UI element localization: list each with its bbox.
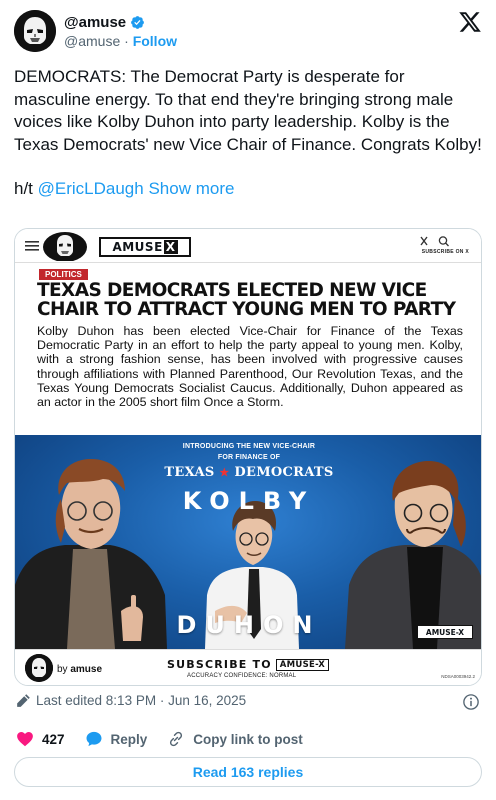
poster-last-name: DUHON bbox=[176, 611, 322, 639]
reply-bubble-icon bbox=[86, 731, 102, 747]
edited-text: Last edited 8:13 PM · Jun 16, 2025 bbox=[36, 693, 247, 708]
author-avatar[interactable] bbox=[14, 10, 56, 52]
poster-first-name: KOLBY bbox=[182, 487, 316, 515]
reply-label: Reply bbox=[110, 731, 148, 747]
tweet-hat-tip: h/t @EricLDaugh Show more bbox=[14, 178, 482, 201]
article-footer: by amuse SUBSCRIBE TO AMUSE-X ACCURACY C… bbox=[15, 649, 481, 685]
article-body: Kolby Duhon has been elected Vice-Chair … bbox=[37, 324, 463, 410]
tweet-media-image[interactable]: AMUSE X SUBSCRIBE ON X POLITICS TEXAS DEM… bbox=[14, 228, 482, 686]
reply-button[interactable]: Reply bbox=[85, 730, 148, 748]
author-handle[interactable]: @amuse bbox=[64, 33, 120, 49]
search-handle bbox=[445, 242, 449, 247]
mention-link[interactable]: @EricLDaugh bbox=[38, 179, 144, 198]
subscribe-to-amuse-x: SUBSCRIBE TO AMUSE-X bbox=[167, 658, 330, 671]
tweet-text: DEMOCRATS: The Democrat Party is despera… bbox=[14, 66, 482, 201]
read-replies-button[interactable]: Read 163 replies bbox=[14, 757, 482, 787]
by-amuse: by amuse bbox=[57, 664, 103, 675]
article-masthead: AMUSE X SUBSCRIBE ON X bbox=[15, 229, 481, 263]
follow-button[interactable]: Follow bbox=[133, 33, 177, 49]
x-logo-icon[interactable] bbox=[458, 10, 482, 34]
serial-number: NDSA0003942.2 bbox=[441, 674, 475, 679]
article-top: AMUSE X SUBSCRIBE ON X POLITICS TEXAS DEM… bbox=[15, 229, 481, 435]
copy-link-button[interactable]: Copy link to post bbox=[167, 730, 303, 748]
edited-timestamp[interactable]: Last edited 8:13 PM · Jun 16, 2025 bbox=[16, 693, 246, 708]
author-display-name[interactable]: @amuse bbox=[64, 14, 126, 31]
article-headline: TEXAS DEMOCRATS ELECTED NEW VICE CHAIR T… bbox=[37, 280, 456, 320]
accuracy-confidence: ACCURACY CONFIDENCE: NORMAL bbox=[187, 673, 297, 679]
like-button[interactable]: 427 bbox=[16, 730, 65, 748]
like-count: 427 bbox=[42, 731, 65, 747]
author-handle-row: @amuse · Follow bbox=[64, 33, 177, 49]
verified-badge-icon bbox=[131, 16, 145, 29]
footer-avatar bbox=[25, 654, 53, 682]
amuse-x-brand: AMUSE X bbox=[99, 237, 191, 257]
subscribe-on-x-label: SUBSCRIBE ON X bbox=[421, 249, 469, 255]
separator-dot: · bbox=[124, 33, 129, 49]
masthead-icons bbox=[420, 236, 449, 247]
info-icon[interactable] bbox=[462, 693, 480, 711]
tweet-body: DEMOCRATS: The Democrat Party is despera… bbox=[14, 67, 482, 154]
stormtrooper-logo-icon bbox=[43, 232, 87, 261]
kolby-duhon-poster: INTRODUCING THE NEW VICE-CHAIR FOR FINAN… bbox=[15, 435, 481, 649]
poster-intro: INTRODUCING THE NEW VICE-CHAIR FOR FINAN… bbox=[182, 443, 316, 461]
pencil-icon bbox=[17, 693, 30, 707]
search-icon bbox=[438, 236, 448, 245]
poster-texas-democrats: TEXAS ★ DEMOCRATS bbox=[164, 465, 334, 480]
menu-icon bbox=[25, 241, 39, 251]
stormtrooper-avatar-image bbox=[14, 10, 56, 52]
copy-link-label: Copy link to post bbox=[193, 731, 303, 747]
hat-tip-prefix: h/t bbox=[14, 179, 38, 198]
poster-brand: AMUSE-X bbox=[417, 625, 473, 639]
tweet-header: @amuse @amuse · Follow bbox=[14, 10, 484, 56]
politics-tag: POLITICS bbox=[39, 269, 88, 280]
show-more-link[interactable]: Show more bbox=[148, 179, 234, 198]
x-small-icon bbox=[420, 236, 428, 246]
link-icon bbox=[170, 731, 183, 747]
heart-icon bbox=[17, 731, 33, 747]
texas-star-icon: ★ bbox=[219, 466, 230, 479]
action-bar: 427 Reply Copy link to post bbox=[16, 728, 323, 750]
